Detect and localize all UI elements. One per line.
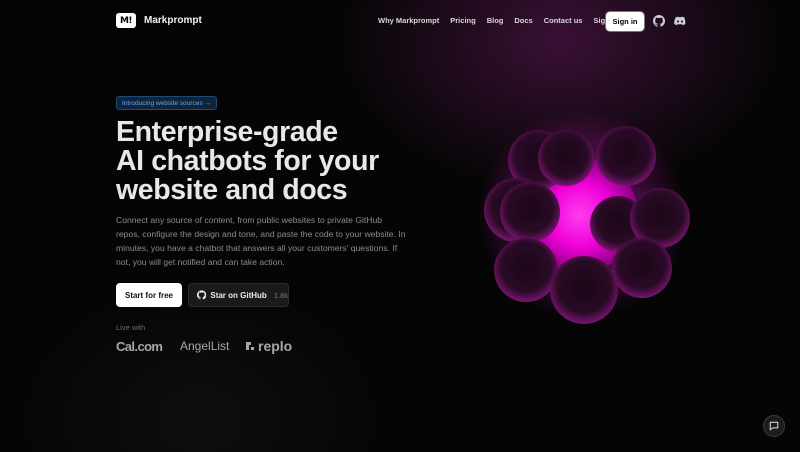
brand-logo[interactable]: M! Markprompt xyxy=(116,13,202,28)
hero-subtext: Connect any source of content, from publ… xyxy=(116,215,406,267)
chat-widget-button[interactable] xyxy=(763,415,785,437)
hero-orb-illustration xyxy=(477,110,690,324)
headline-line-2: AI chatbots for your xyxy=(116,145,379,177)
chat-bubble-icon xyxy=(769,421,779,431)
headline-line-1: Enterprise-grade xyxy=(116,116,338,148)
nav-link-pricing[interactable]: Pricing xyxy=(450,16,475,25)
sign-in-button[interactable]: Sign in xyxy=(606,12,644,31)
brand-name: Markprompt xyxy=(144,15,202,26)
replo-logo-icon xyxy=(246,342,254,350)
orb-sphere xyxy=(494,238,558,302)
start-for-free-button[interactable]: Start for free xyxy=(116,283,182,307)
headline-line-3: website and docs xyxy=(116,174,348,206)
orb-sphere xyxy=(596,126,656,186)
nav-link-why-markprompt[interactable]: Why Markprompt xyxy=(378,16,439,25)
live-with-label: Live with xyxy=(116,323,146,332)
orb-sphere xyxy=(612,238,672,298)
nav-link-docs[interactable]: Docs xyxy=(514,16,532,25)
customer-name-replo: replo xyxy=(258,338,293,354)
github-icon[interactable] xyxy=(653,15,665,27)
logo-mark: M! xyxy=(116,13,136,28)
customer-logo-replo: replo xyxy=(245,338,292,354)
orb-sphere xyxy=(500,182,560,242)
github-icon xyxy=(197,290,207,300)
nav-link-contact-us[interactable]: Contact us xyxy=(544,16,583,25)
github-star-count: 1.8k xyxy=(273,290,288,300)
discord-icon[interactable] xyxy=(674,15,686,27)
star-on-github-button[interactable]: Star on GitHub 1.8k xyxy=(188,283,289,307)
nav-links: Why Markprompt Pricing Blog Docs Contact… xyxy=(378,16,621,25)
orb-sphere xyxy=(538,130,594,186)
customer-logo-cal: Cal.com xyxy=(116,338,163,354)
orb-sphere xyxy=(550,256,618,324)
announcement-badge[interactable]: Introducing website sources → xyxy=(116,96,217,110)
github-cta-label: Star on GitHub xyxy=(210,290,267,300)
customer-logo-angellist: AngelList xyxy=(180,339,230,353)
customer-logos: Cal.com AngelList replo xyxy=(116,338,292,354)
nav-link-blog[interactable]: Blog xyxy=(487,16,504,25)
top-navigation: M! Markprompt Why Markprompt Pricing Blo… xyxy=(0,0,800,44)
hero-headline: Enterprise-grade AI chatbots for your we… xyxy=(116,118,416,205)
